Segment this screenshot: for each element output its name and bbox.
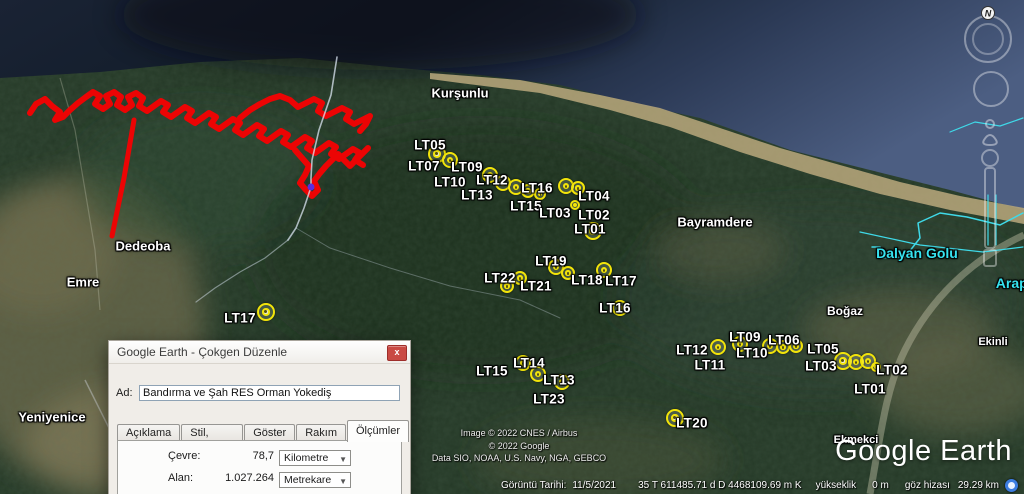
place-name-label: Dedeoba [116,239,171,254]
placemark-ring-icon[interactable] [257,303,275,321]
place-name-label: Emre [67,275,100,290]
perimeter-value: 78,7 [208,450,274,462]
placemark-label[interactable]: LT02 [578,208,610,223]
look-ring[interactable] [973,24,1003,54]
placemark-label[interactable]: LT09 [729,330,761,345]
placemark-label[interactable]: LT12 [676,343,708,358]
area-unit-select[interactable]: Metrekare ▼ [279,472,351,488]
placemark-label[interactable]: LT03 [805,359,837,374]
eye-altitude-label: göz hizası [905,480,950,491]
dialog-title: Google Earth - Çokgen Düzenle [117,341,287,363]
move-joystick[interactable] [974,72,1008,106]
placemark-label[interactable]: LT13 [461,188,493,203]
placemark-label[interactable]: LT07 [408,159,440,174]
status-bar: Görüntü Tarihi: 11/5/2021 35 T 611485.71… [501,479,1018,492]
compass-ring[interactable] [965,16,1011,62]
perimeter-unit-value: Kilometre [284,452,328,464]
imagery-date-label: Görüntü Tarihi: [501,480,566,491]
north-label: N [985,9,992,19]
placemark-label[interactable]: LT18 [571,273,603,288]
elevation-value: 0 m [872,480,889,491]
dialog-titlebar[interactable]: Google Earth - Çokgen Düzenle x [109,341,410,364]
placemark-label[interactable]: LT12 [476,173,508,188]
placemark-label[interactable]: LT15 [476,364,508,379]
area-value: 1.027.264 [208,472,274,484]
chevron-down-icon: ▼ [339,452,347,467]
place-name-label: Dalyan Golu [876,245,958,261]
placemark-label[interactable]: LT22 [484,271,516,286]
attribution-line: © 2022 Google [414,440,624,453]
google-earth-window: LT05LT07LT09LT10LT12LT13LT16LT15LT03LT04… [0,0,1024,494]
streetview-status-icon[interactable] [1005,479,1018,492]
placemark-label[interactable]: LT01 [574,222,606,237]
imagery-date-value: 11/5/2021 [572,480,616,491]
elevation-label: yükseklik [816,480,857,491]
attribution-line: Data SIO, NOAA, U.S. Navy, NGA, GEBCO [414,452,624,465]
area-unit-value: Metrekare [284,474,331,486]
placemark-label[interactable]: LT15 [510,199,542,214]
dialog-tabs: Açıklama Stil, Renk Göster Rakım Ölçümle… [117,420,410,441]
placemark-label[interactable]: LT10 [736,346,768,361]
pegman-icon[interactable] [983,120,997,145]
map-attribution: Image © 2022 CNES / Airbus © 2022 Google… [414,427,624,465]
placemark-label[interactable]: LT20 [676,416,708,431]
placemark-label[interactable]: LT06 [768,333,800,348]
tab-olcumler[interactable]: Ölçümler [347,420,409,442]
name-label: Ad: [116,387,133,399]
placemark-label[interactable]: LT11 [695,358,726,373]
perimeter-unit-select[interactable]: Kilometre ▼ [279,450,351,466]
place-name-label: Boğaz [827,304,863,318]
name-input[interactable] [139,385,400,401]
placemark-label[interactable]: LT13 [543,373,575,388]
polygon-edit-dialog: Google Earth - Çokgen Düzenle x Ad: Açık… [108,340,411,494]
pointer-coordinates: 35 T 611485.71 d D 4468109.69 m K [638,480,801,491]
placemark-label[interactable]: LT02 [876,363,908,378]
zoom-slider[interactable] [982,150,998,266]
place-name-label: Yeniyenice [18,410,85,425]
chevron-down-icon: ▼ [339,474,347,489]
zoom-slider-knob[interactable] [982,150,998,166]
navigation-controls: N [954,0,1024,300]
placemark-label[interactable]: LT05 [807,342,839,357]
place-name-label: Bayramdere [677,215,752,230]
place-name-label: Kurşunlu [431,86,488,101]
placemark-label[interactable]: LT03 [539,206,571,221]
placemark-label[interactable]: LT19 [535,254,567,269]
close-button[interactable]: x [387,345,407,361]
placemark-label[interactable]: LT21 [520,279,552,294]
google-earth-logo: Google Earth [835,435,1012,468]
placemark-label[interactable]: LT05 [414,138,446,153]
placemark-label[interactable]: LT04 [578,189,610,204]
placemark-label[interactable]: LT14 [513,356,545,371]
name-row: Ad: [116,385,400,401]
placemark-label[interactable]: LT16 [521,181,553,196]
measurements-panel: Çevre: 78,7 Kilometre ▼ Alan: 1.027.264 … [117,440,402,494]
placemark-label[interactable]: LT01 [854,382,886,397]
placemark-label[interactable]: LT23 [533,392,565,407]
placemark-ring-icon[interactable] [710,339,726,355]
placemark-label[interactable]: LT16 [599,301,631,316]
place-name-label: Ekinli [978,336,1007,348]
attribution-line: Image © 2022 CNES / Airbus [414,427,624,440]
placemark-label[interactable]: LT17 [224,311,256,326]
eye-altitude-value: 29.29 km [958,480,999,491]
placemark-label[interactable]: LT17 [605,274,637,289]
